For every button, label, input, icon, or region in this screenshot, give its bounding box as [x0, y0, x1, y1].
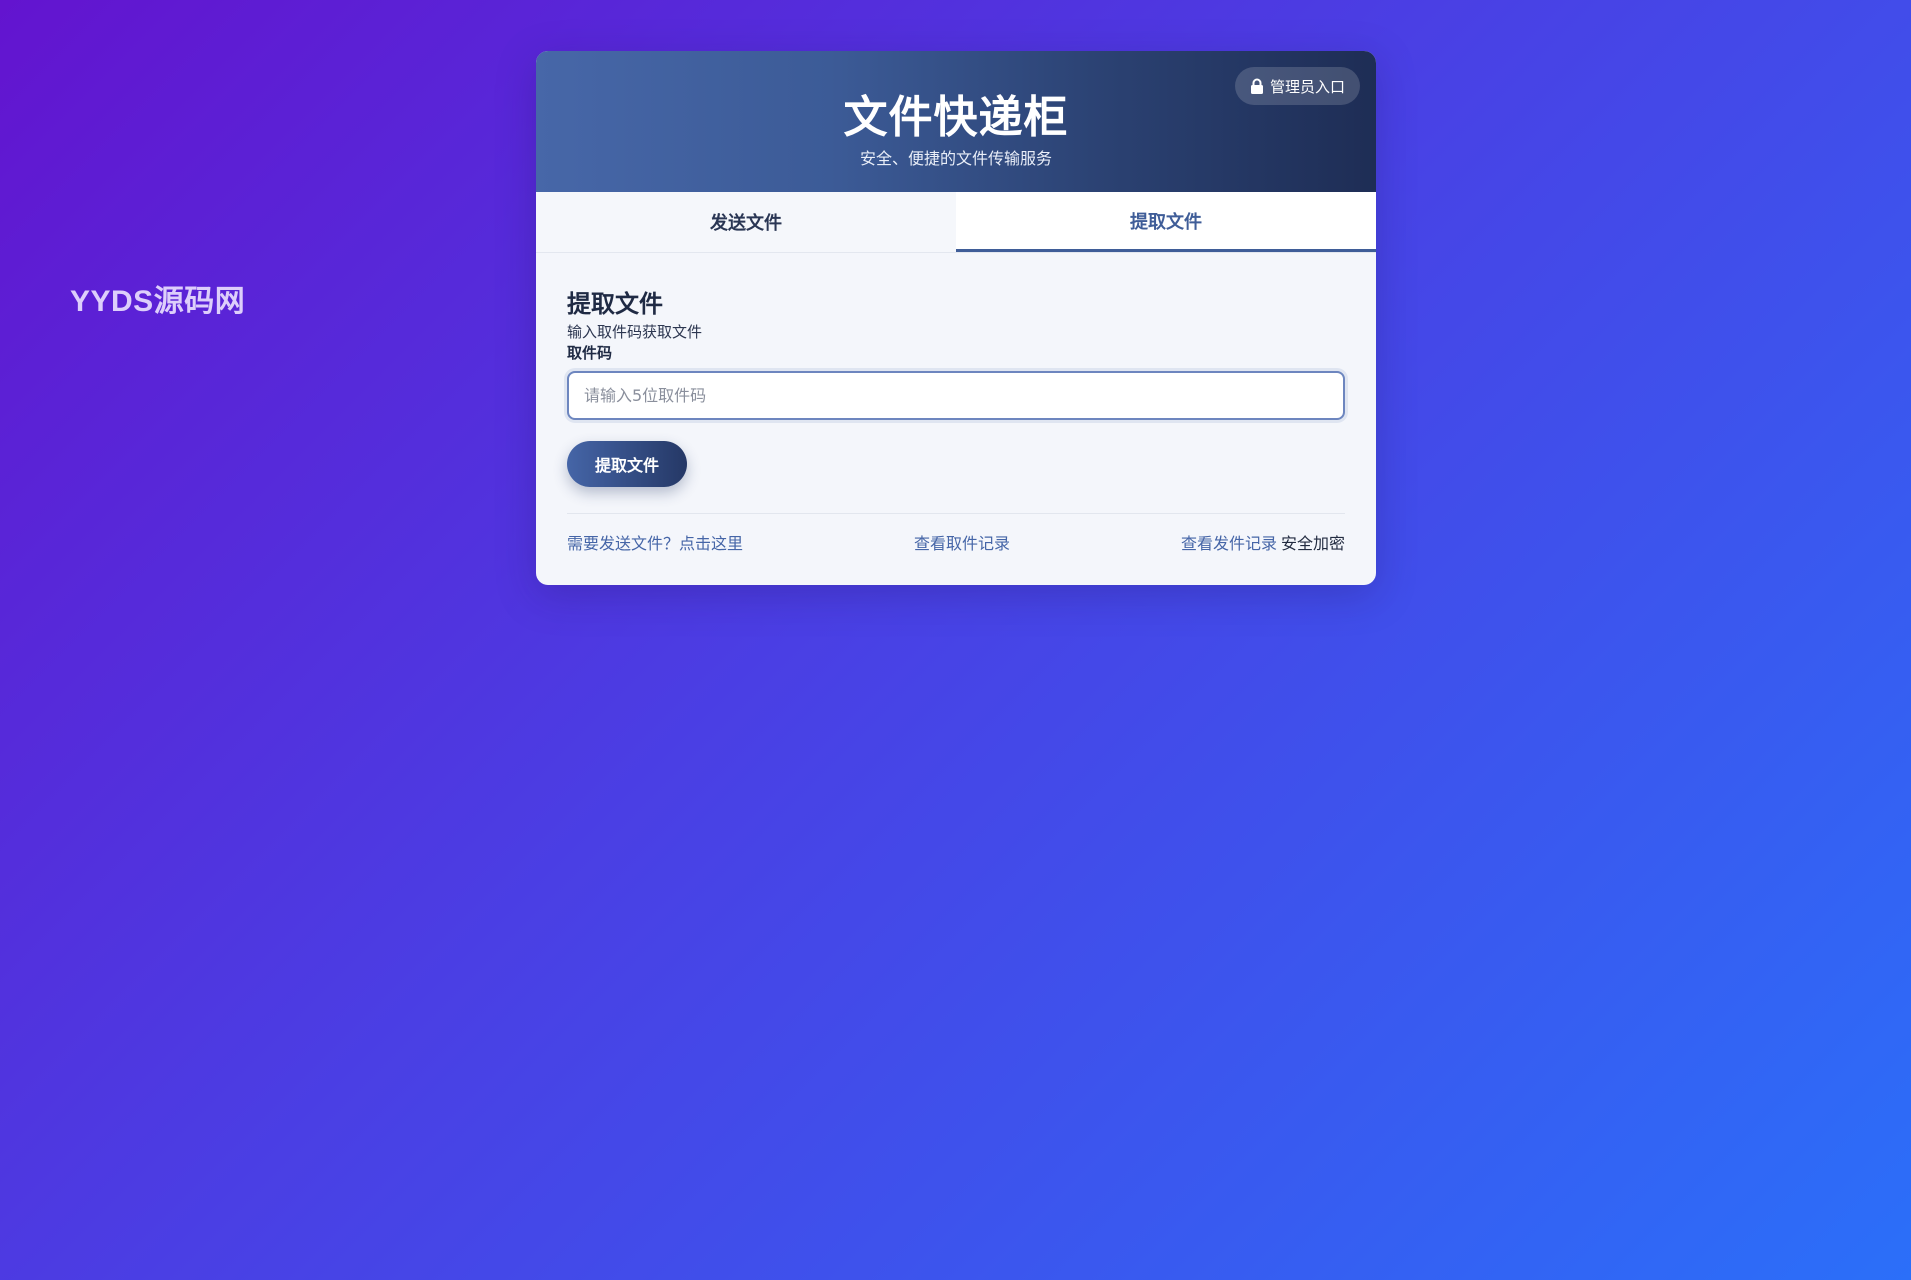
pickup-submit-button[interactable]: 提取文件	[567, 441, 687, 487]
pickup-code-label: 取件码	[567, 344, 613, 362]
tab-send-file[interactable]: 发送文件	[536, 192, 956, 252]
card-header: 管理员入口 文件快递柜 安全、便捷的文件传输服务	[536, 51, 1376, 192]
footer-right: 查看发件记录 安全加密	[1181, 530, 1345, 554]
pickup-panel: 提取文件 输入取件码获取文件 取件码 提取文件 需要发送文件？点击这里 查看取件…	[536, 253, 1376, 570]
footer-links: 需要发送文件？点击这里 查看取件记录 查看发件记录 安全加密	[567, 514, 1345, 570]
page-title: 文件快递柜	[843, 92, 1069, 143]
tab-pickup-file[interactable]: 提取文件	[956, 192, 1376, 252]
watermark-logo: YYDS源码网	[70, 285, 246, 318]
pickup-history-link[interactable]: 查看取件记录	[914, 530, 1010, 554]
panel-title: 提取文件	[567, 290, 663, 318]
tab-bar: 发送文件 提取文件	[536, 192, 1376, 253]
send-history-link[interactable]: 查看发件记录	[1181, 534, 1277, 553]
file-locker-card: 管理员入口 文件快递柜 安全、便捷的文件传输服务 发送文件 提取文件 提取文件 …	[536, 51, 1376, 585]
panel-description: 输入取件码获取文件	[567, 323, 703, 341]
send-file-link[interactable]: 需要发送文件？点击这里	[567, 530, 743, 554]
page-subtitle: 安全、便捷的文件传输服务	[859, 149, 1052, 168]
pickup-code-input[interactable]	[567, 371, 1345, 420]
secure-encryption-text: 安全加密	[1280, 534, 1345, 553]
